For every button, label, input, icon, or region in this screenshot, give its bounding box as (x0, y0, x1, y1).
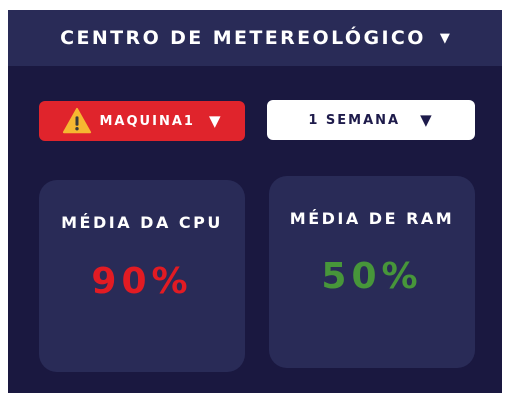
ram-average-value: 50% (321, 256, 423, 297)
triangle-down-icon[interactable]: ▼ (440, 31, 450, 46)
machine-select[interactable]: MAQUINA1 ▼ (39, 101, 245, 141)
period-select[interactable]: 1 SEMANA ▼ (267, 100, 475, 140)
period-select-label: 1 SEMANA (308, 112, 401, 128)
ram-average-label: MÉDIA DE RAM (289, 209, 455, 228)
ram-average-card: MÉDIA DE RAM 50% (269, 176, 475, 368)
cpu-average-card: MÉDIA DA CPU 90% (39, 180, 245, 372)
warning-icon (62, 107, 91, 134)
triangle-down-icon: ▼ (208, 111, 223, 130)
cpu-average-label: MÉDIA DA CPU (61, 213, 223, 232)
triangle-down-icon: ▼ (420, 110, 434, 129)
page-title[interactable]: CENTRO DE METEREOLÓGICO (60, 27, 426, 49)
dashboard: CENTRO DE METEREOLÓGICO ▼ MAQUINA1 ▼ 1 S… (8, 10, 502, 393)
cpu-average-value: 90% (91, 261, 193, 302)
header[interactable]: CENTRO DE METEREOLÓGICO ▼ (8, 10, 502, 66)
machine-select-label: MAQUINA1 (99, 113, 195, 129)
